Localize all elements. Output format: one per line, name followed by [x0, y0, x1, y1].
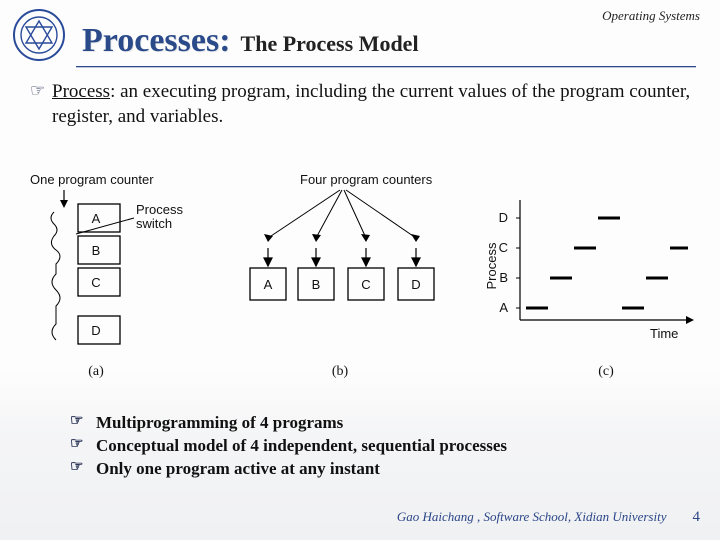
title-sub: The Process Model	[241, 31, 419, 57]
bullet-text: Only one program active at any instant	[96, 458, 380, 481]
footer-credit: Gao Haichang , Software School, Xidian U…	[397, 509, 667, 525]
footer: Gao Haichang , Software School, Xidian U…	[397, 509, 700, 526]
svg-text:A: A	[264, 277, 273, 292]
fig-a-switch-1: Process	[136, 202, 183, 217]
title-main: Processes:	[82, 22, 231, 60]
bullet-item: ☞ Multiprogramming of 4 programs	[70, 412, 690, 435]
bullet-item: ☞ Conceptual model of 4 independent, seq…	[70, 435, 690, 458]
definition-line: ☞ Process: an executing program, includi…	[30, 80, 700, 129]
bullet-text: Conceptual model of 4 independent, seque…	[96, 435, 507, 458]
page-number: 4	[693, 509, 701, 526]
svg-text:B: B	[499, 270, 508, 285]
bullet-list: ☞ Multiprogramming of 4 programs ☞ Conce…	[70, 412, 690, 481]
svg-text:B: B	[312, 277, 321, 292]
svg-text:Time: Time	[650, 326, 678, 341]
definition-rest: : an executing program, including the cu…	[52, 81, 690, 127]
svg-text:A: A	[499, 300, 508, 315]
svg-text:D: D	[499, 210, 508, 225]
process-model-figure: One program counter A B C D Process swit…	[10, 170, 710, 400]
university-logo	[12, 8, 66, 62]
fig-a-label: One program counter	[30, 172, 154, 187]
svg-text:(a): (a)	[88, 364, 104, 379]
svg-text:(c): (c)	[598, 364, 614, 379]
slide-title: Processes: The Process Model	[82, 22, 419, 60]
svg-text:(b): (b)	[332, 364, 349, 379]
course-label: Operating Systems	[602, 8, 700, 24]
svg-text:A: A	[92, 211, 101, 226]
svg-text:D: D	[411, 277, 420, 292]
svg-text:C: C	[91, 275, 100, 290]
svg-text:B: B	[92, 243, 101, 258]
definition-term: Process	[52, 81, 110, 102]
hand-icon: ☞	[30, 80, 52, 129]
hand-icon: ☞	[70, 458, 96, 481]
svg-text:C: C	[499, 240, 508, 255]
bullet-item: ☞ Only one program active at any instant	[70, 458, 690, 481]
title-rule	[76, 66, 696, 67]
hand-icon: ☞	[70, 435, 96, 458]
hand-icon: ☞	[70, 412, 96, 435]
svg-text:D: D	[91, 323, 100, 338]
definition-text: Process: an executing program, including…	[52, 80, 700, 129]
svg-text:Process: Process	[484, 242, 499, 289]
fig-a-switch-2: switch	[136, 216, 172, 231]
bullet-text: Multiprogramming of 4 programs	[96, 412, 343, 435]
fig-b-label: Four program counters	[300, 172, 433, 187]
svg-text:C: C	[361, 277, 370, 292]
